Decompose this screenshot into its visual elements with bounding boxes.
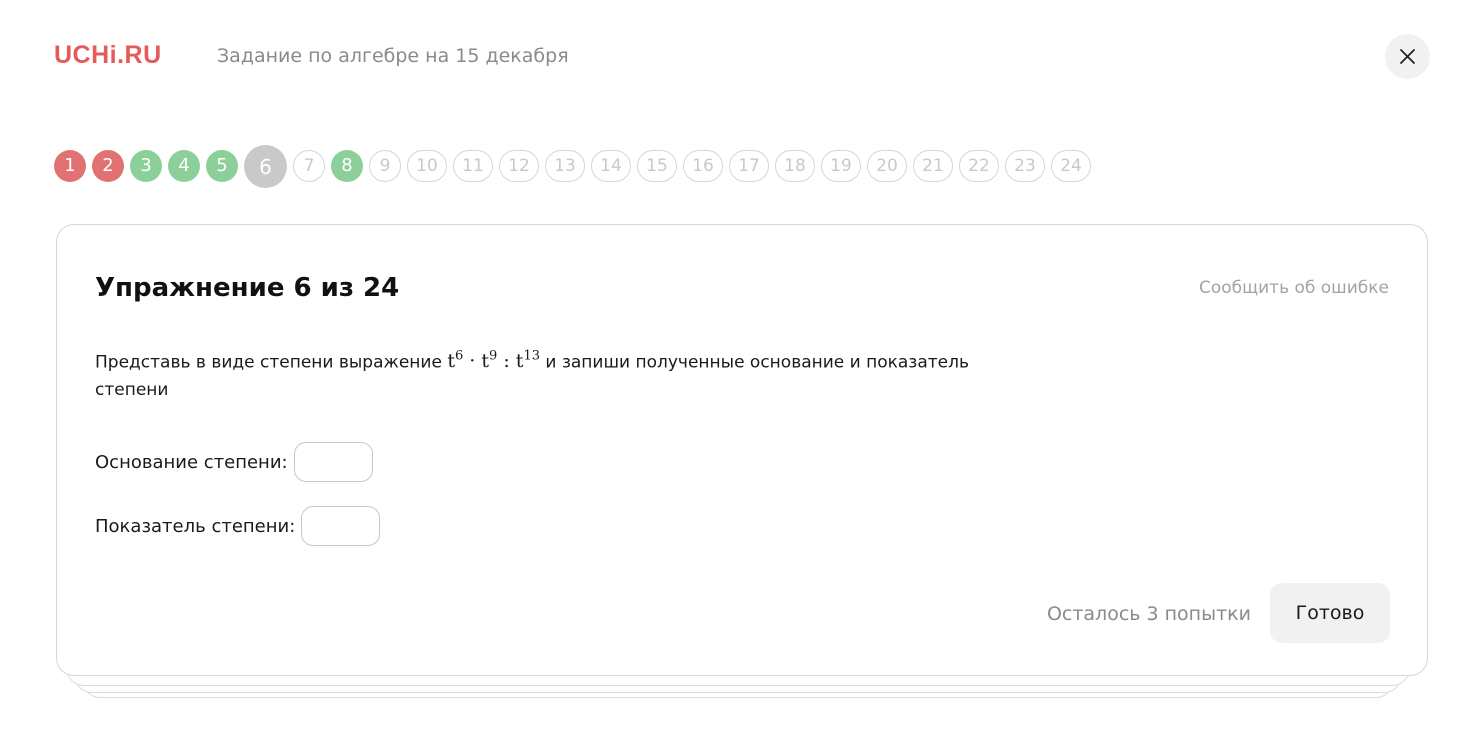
step-1[interactable]: 1 — [54, 150, 86, 182]
step-5[interactable]: 5 — [206, 150, 238, 182]
base-row: Основание степени: — [95, 442, 373, 482]
step-19[interactable]: 19 — [821, 150, 861, 182]
step-3[interactable]: 3 — [130, 150, 162, 182]
attempts-remaining: Осталось 3 попытки — [1046, 603, 1251, 625]
step-10[interactable]: 10 — [407, 150, 447, 182]
exponent-label: Показатель степени: — [95, 515, 296, 537]
step-22[interactable]: 22 — [959, 150, 999, 182]
exponent-row: Показатель степени: — [95, 506, 381, 546]
step-7[interactable]: 7 — [293, 150, 325, 182]
step-9[interactable]: 9 — [369, 150, 401, 182]
step-16[interactable]: 16 — [683, 150, 723, 182]
assignment-title: Задание по алгебре на 15 декабря — [217, 45, 569, 67]
step-17[interactable]: 17 — [729, 150, 769, 182]
exponent-input[interactable] — [301, 506, 381, 546]
step-4[interactable]: 4 — [168, 150, 200, 182]
step-11[interactable]: 11 — [453, 150, 493, 182]
report-error-link[interactable]: Сообщить об ошибке — [1199, 277, 1389, 299]
step-23[interactable]: 23 — [1005, 150, 1045, 182]
step-18[interactable]: 18 — [775, 150, 815, 182]
step-8[interactable]: 8 — [331, 150, 363, 182]
header: UCHi.RU Задание по алгебре на 15 декабря — [0, 0, 1468, 110]
task-text-before: Представь в виде степени выражение — [95, 352, 448, 373]
close-button[interactable] — [1385, 34, 1430, 79]
step-20[interactable]: 20 — [867, 150, 907, 182]
uchi-logo[interactable]: UCHi.RU — [54, 40, 162, 70]
step-24[interactable]: 24 — [1051, 150, 1091, 182]
step-14[interactable]: 14 — [591, 150, 631, 182]
math-expression: t6 · t9 : t13 — [447, 349, 540, 373]
step-12[interactable]: 12 — [499, 150, 539, 182]
step-13[interactable]: 13 — [545, 150, 585, 182]
base-label: Основание степени: — [95, 451, 288, 473]
step-2[interactable]: 2 — [92, 150, 124, 182]
step-21[interactable]: 21 — [913, 150, 953, 182]
step-15[interactable]: 15 — [637, 150, 677, 182]
close-icon — [1400, 49, 1415, 64]
base-input[interactable] — [293, 442, 373, 482]
exercise-title: Упражнение 6 из 24 — [95, 273, 400, 303]
task-statement: Представь в виде степени выражение t6 · … — [95, 343, 975, 404]
done-button[interactable]: Готово — [1270, 583, 1390, 643]
step-6[interactable]: 6 — [244, 145, 287, 188]
exercise-card: Упражнение 6 из 24 Сообщить об ошибке Пр… — [56, 224, 1428, 676]
